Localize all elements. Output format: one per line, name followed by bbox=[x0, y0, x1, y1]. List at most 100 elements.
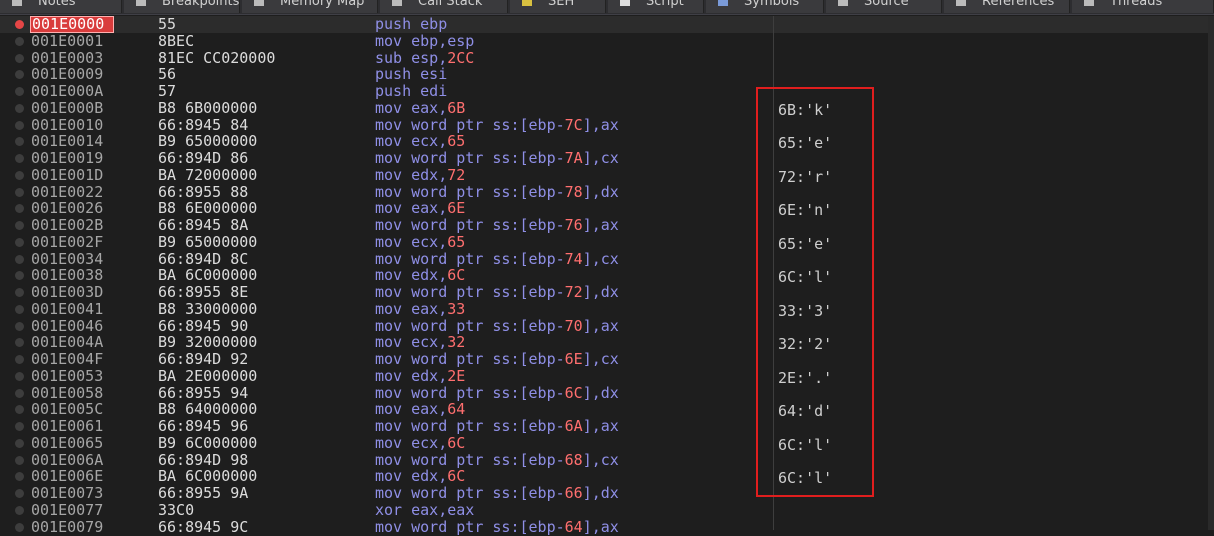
tab-seh[interactable]: SEH bbox=[510, 0, 606, 13]
tab-notes[interactable]: Notes bbox=[0, 0, 122, 13]
instruction-cell: mov ecx,32 bbox=[375, 333, 466, 352]
tab-script[interactable]: Script bbox=[608, 0, 704, 13]
disasm-row[interactable]: 001E003D 66:8955 8E mov word ptr ss:[ebp-7… bbox=[0, 284, 1214, 301]
address-cell: 001E0022 bbox=[31, 182, 104, 201]
tab-symbols[interactable]: Symbols bbox=[706, 0, 824, 13]
bytes-cell: BA 2E000000 bbox=[158, 366, 258, 385]
bytes-cell: 81EC CC020000 bbox=[158, 48, 276, 67]
disasm-row[interactable]: 001E0019 66:894D 86 mov word ptr ss:[ebp-7… bbox=[0, 150, 1214, 167]
instruction-cell: mov word ptr ss:[ebp-66],dx bbox=[375, 484, 619, 502]
instruction-cell: mov word ptr ss:[ebp-68],cx bbox=[375, 450, 619, 469]
tab-threads[interactable]: Threads bbox=[1072, 0, 1214, 13]
vertical-scrollbar[interactable] bbox=[1208, 16, 1214, 530]
breakpoint-dot-icon[interactable] bbox=[15, 120, 24, 130]
breakpoint-dot-icon[interactable] bbox=[15, 455, 24, 465]
bytes-cell: BA 6C000000 bbox=[158, 467, 258, 486]
bytes-cell: BA 6C000000 bbox=[158, 266, 258, 285]
breakpoint-dot-icon[interactable] bbox=[15, 338, 24, 348]
breakpoint-dot-icon[interactable] bbox=[15, 371, 24, 381]
disasm-row[interactable]: 001E001D BA 72000000 mov edx,72 bbox=[0, 166, 1214, 184]
breakpoint-dot-icon[interactable] bbox=[15, 321, 24, 331]
breakpoint-dot-icon[interactable] bbox=[15, 489, 24, 498]
breakpoint-dot-icon[interactable] bbox=[15, 187, 24, 197]
breakpoint-dot-icon[interactable] bbox=[15, 355, 24, 364]
disasm-row[interactable]: 001E004A B9 32000000 mov ecx,32 bbox=[0, 334, 1214, 351]
disasm-row[interactable]: 001E0022 66:8955 88 mov word ptr ss:[ebp-7… bbox=[0, 182, 1214, 201]
breakpoint-dot-icon[interactable] bbox=[15, 254, 24, 264]
bytes-cell: 66:8945 90 bbox=[158, 316, 249, 335]
breakpoint-dot-icon[interactable] bbox=[15, 237, 24, 247]
address-cell: 001E0001 bbox=[31, 31, 104, 50]
address-cell: 001E0019 bbox=[31, 149, 104, 167]
disasm-row[interactable]: 001E0073 66:8955 9A mov word ptr ss:[ebp-6… bbox=[0, 485, 1214, 502]
breakpoint-dot-icon[interactable] bbox=[15, 388, 24, 398]
tab-breakpoints[interactable]: Breakpoints bbox=[124, 0, 240, 13]
instruction-cell: mov ebp,esp bbox=[375, 31, 475, 50]
disasm-row[interactable]: 001E0061 66:8945 96 mov word ptr ss:[ebp-6… bbox=[0, 418, 1214, 435]
breakpoint-dot-icon[interactable] bbox=[15, 288, 24, 297]
address-cell: 001E0058 bbox=[31, 383, 104, 402]
disasm-row[interactable]: 001E0053 BA 2E000000 mov edx,2E bbox=[0, 366, 1214, 385]
breakpoint-dot-icon[interactable] bbox=[15, 36, 24, 46]
tab-memory-map[interactable]: Memory Map bbox=[242, 0, 378, 13]
disasm-row[interactable]: 001E004F 66:894D 92 mov word ptr ss:[ebp-6… bbox=[0, 351, 1214, 368]
breakpoint-dot-icon[interactable] bbox=[15, 154, 24, 163]
disasm-row[interactable]: 001E0009 56 push esi bbox=[0, 66, 1214, 83]
disasm-row[interactable]: 001E0038 BA 6C000000 mov edx,6C bbox=[0, 267, 1214, 284]
breakpoint-dot-icon[interactable] bbox=[15, 438, 24, 448]
bytes-cell: B8 6B000000 bbox=[158, 98, 258, 117]
breakpoint-dot-icon[interactable] bbox=[15, 103, 24, 113]
disasm-row[interactable]: 001E0041 B8 33000000 mov eax,33 bbox=[0, 300, 1214, 318]
breakpoint-dot-icon[interactable] bbox=[15, 522, 24, 532]
breakpoint-dot-icon[interactable] bbox=[15, 304, 24, 314]
disasm-row[interactable]: 001E005C B8 64000000 mov eax,64 bbox=[0, 401, 1214, 418]
disasm-row[interactable]: 001E0077 33C0 xor eax,eax bbox=[0, 501, 1214, 519]
bytes-cell: B8 6E000000 bbox=[158, 199, 258, 218]
tab-source[interactable]: Source bbox=[826, 0, 942, 13]
tab-references[interactable]: References bbox=[944, 0, 1070, 13]
disasm-row[interactable]: 001E000B B8 6B000000 mov eax,6B bbox=[0, 98, 1214, 117]
breakpoint-dot-icon[interactable] bbox=[15, 221, 24, 230]
address-cell: 001E000B bbox=[31, 98, 104, 117]
disasm-row[interactable]: 001E000A 57 push edi bbox=[0, 83, 1214, 100]
disasm-row[interactable]: 001E006E BA 6C000000 mov edx,6C bbox=[0, 468, 1214, 485]
disasm-row[interactable]: 001E0079 66:8945 9C mov word ptr ss:[ebp-6… bbox=[0, 518, 1214, 536]
breakpoint-dot-icon[interactable] bbox=[15, 53, 24, 63]
address-cell: 001E0014 bbox=[31, 132, 104, 151]
disasm-row[interactable]: 001E0065 B9 6C000000 mov ecx,6C bbox=[0, 434, 1214, 452]
tab-icon bbox=[254, 0, 264, 6]
disasm-row[interactable]: 001E0000 55 push ebp bbox=[0, 16, 1214, 33]
breakpoint-dot-icon[interactable] bbox=[15, 271, 24, 281]
bytes-cell: 66:8945 96 bbox=[158, 417, 249, 435]
address-cell: 001E0000 bbox=[30, 16, 114, 33]
breakpoint-dot-icon[interactable] bbox=[15, 472, 24, 482]
instruction-cell: mov word ptr ss:[ebp-70],ax bbox=[375, 316, 619, 335]
breakpoint-dot-icon[interactable] bbox=[15, 137, 24, 147]
disasm-row[interactable]: 001E002B 66:8945 8A mov word ptr ss:[ebp-7… bbox=[0, 217, 1214, 234]
disasm-row[interactable]: 001E0010 66:8945 84 mov word ptr ss:[ebp-7… bbox=[0, 116, 1214, 134]
instruction-cell: mov word ptr ss:[ebp-6A],ax bbox=[375, 417, 619, 435]
disasm-row[interactable]: 001E0058 66:8955 94 mov word ptr ss:[ebp-6… bbox=[0, 383, 1214, 402]
bytes-cell: 66:894D 8C bbox=[158, 249, 249, 268]
disasm-row[interactable]: 001E0003 81EC CC020000 sub esp,2CC bbox=[0, 48, 1214, 67]
tab-call-stack[interactable]: Call Stack bbox=[380, 0, 508, 13]
disasm-row[interactable]: 001E0014 B9 65000000 mov ecx,65 bbox=[0, 133, 1214, 150]
breakpoint-dot-icon[interactable] bbox=[15, 505, 24, 515]
breakpoint-dot-icon[interactable] bbox=[15, 87, 24, 96]
disasm-row[interactable]: 001E0001 8BEC mov ebp,esp bbox=[0, 31, 1214, 50]
tab-label: References bbox=[982, 0, 1055, 9]
breakpoint-dot-icon[interactable] bbox=[15, 20, 24, 29]
breakpoint-dot-icon[interactable] bbox=[15, 405, 24, 415]
disasm-row[interactable]: 001E006A 66:894D 98 mov word ptr ss:[ebp-6… bbox=[0, 450, 1214, 469]
disasm-row[interactable]: 001E0034 66:894D 8C mov word ptr ss:[ebp-7… bbox=[0, 249, 1214, 268]
instruction-cell: mov word ptr ss:[ebp-74],cx bbox=[375, 249, 619, 268]
tab-icon bbox=[620, 0, 630, 6]
disasm-row[interactable]: 001E0026 B8 6E000000 mov eax,6E bbox=[0, 200, 1214, 217]
breakpoint-dot-icon[interactable] bbox=[15, 422, 24, 431]
disasm-row[interactable]: 001E002F B9 65000000 mov ecx,65 bbox=[0, 232, 1214, 251]
breakpoint-dot-icon[interactable] bbox=[15, 70, 24, 80]
address-cell: 001E002F bbox=[31, 232, 104, 251]
disasm-row[interactable]: 001E0046 66:8945 90 mov word ptr ss:[ebp-7… bbox=[0, 316, 1214, 335]
breakpoint-dot-icon[interactable] bbox=[15, 204, 24, 214]
breakpoint-dot-icon[interactable] bbox=[15, 170, 24, 180]
